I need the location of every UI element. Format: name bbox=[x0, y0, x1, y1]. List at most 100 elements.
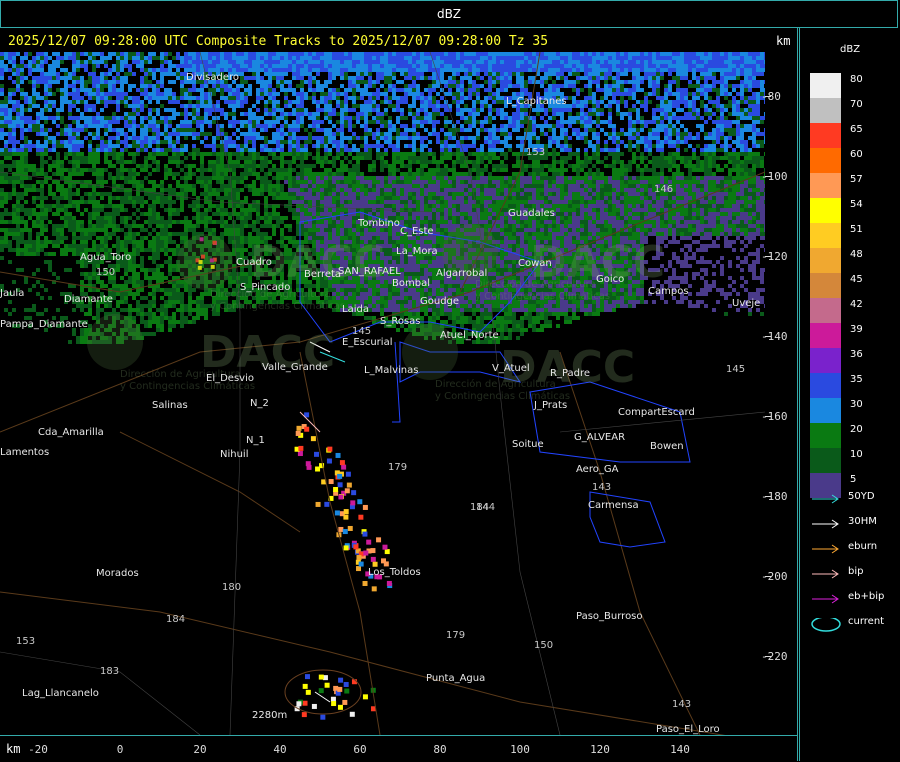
place-label: El_Desvio bbox=[206, 373, 254, 384]
dacc-logo-icon bbox=[87, 314, 143, 370]
watermark-subtitle: y Contingencias Climáticas bbox=[210, 300, 345, 312]
y-tick-label: -180 bbox=[761, 490, 788, 503]
place-label: Agua_Toro bbox=[80, 252, 131, 263]
x-tick-label: 100 bbox=[510, 743, 530, 756]
arrow-icon bbox=[810, 493, 842, 507]
place-label: Carmensa bbox=[588, 500, 639, 511]
place-label: Paso_Burroso bbox=[576, 611, 643, 622]
place-label: Uveje bbox=[732, 298, 760, 309]
place-label: Jaula bbox=[0, 288, 24, 299]
y-tick-label: -140 bbox=[761, 330, 788, 343]
place-label: G_ALVEAR bbox=[574, 432, 625, 443]
legend-swatch bbox=[810, 73, 841, 98]
y-tick-label: -100 bbox=[761, 170, 788, 183]
arrow-icon bbox=[810, 568, 842, 582]
x-tick-label: 0 bbox=[117, 743, 124, 756]
legend-level-label: 5 bbox=[850, 474, 856, 485]
place-label: V_Atuel bbox=[492, 363, 530, 374]
legend-level-label: 48 bbox=[850, 249, 863, 260]
arrow-icon bbox=[810, 543, 842, 557]
legend-title: dBZ bbox=[840, 44, 860, 55]
place-label: Cda_Amarilla bbox=[38, 427, 104, 438]
place-label: Goico bbox=[596, 274, 624, 285]
place-label: Paso_El_Loro bbox=[656, 724, 720, 735]
place-label: Bowen bbox=[650, 441, 684, 452]
legend-swatch bbox=[810, 173, 841, 198]
legend-track-label: eburn bbox=[848, 541, 877, 552]
legend-swatch bbox=[810, 148, 841, 173]
route-number: 184 bbox=[470, 502, 489, 513]
legend-track-label: bip bbox=[848, 566, 863, 577]
legend-track-label: 50YD bbox=[848, 491, 875, 502]
place-label: C_Este bbox=[400, 226, 434, 237]
route-number: 153 bbox=[526, 147, 545, 158]
map-subtitle: 2025/12/07 09:28:00 UTC Composite Tracks… bbox=[8, 34, 548, 49]
x-tick-label: 80 bbox=[433, 743, 446, 756]
place-label: Divisadero bbox=[186, 72, 239, 83]
storm-track-layer bbox=[300, 342, 345, 702]
place-label: S_Rosas bbox=[380, 316, 421, 327]
place-label: Nihuil bbox=[220, 449, 249, 460]
place-label: La_Mora bbox=[396, 246, 438, 257]
legend-track-item: 30HM bbox=[810, 516, 900, 532]
window-title-bar: dBZ bbox=[0, 0, 898, 28]
place-label: Soitue bbox=[512, 439, 544, 450]
legend-level-label: 70 bbox=[850, 99, 863, 110]
legend-track-item: eb+bip bbox=[810, 591, 900, 607]
place-label: Guadales bbox=[508, 208, 555, 219]
legend-swatch bbox=[810, 398, 841, 423]
legend-level-label: 45 bbox=[850, 274, 863, 285]
legend-swatch bbox=[810, 348, 841, 373]
legend-level-label: 57 bbox=[850, 174, 863, 185]
x-tick-label: 20 bbox=[193, 743, 206, 756]
arrow-icon bbox=[810, 593, 842, 607]
route-number: 180 bbox=[222, 582, 241, 593]
y-axis-unit: km bbox=[776, 34, 790, 48]
legend-swatch bbox=[810, 248, 841, 273]
place-label: R_Padre bbox=[550, 368, 590, 379]
y-tick-label: -160 bbox=[761, 410, 788, 423]
ellipse-icon bbox=[810, 618, 842, 632]
place-label: Bombal bbox=[392, 278, 430, 289]
place-label: Salinas bbox=[152, 400, 188, 411]
place-label: 2280m bbox=[252, 710, 287, 721]
legend-track-label: eb+bip bbox=[848, 591, 884, 602]
place-label: N_2 bbox=[250, 398, 269, 409]
legend-track-item: eburn bbox=[810, 541, 900, 557]
place-label: Goudge bbox=[420, 296, 459, 307]
place-label: N_1 bbox=[246, 435, 265, 446]
route-number: 184 bbox=[166, 614, 185, 625]
y-tick-label: -80 bbox=[761, 90, 781, 103]
x-tick-label: 120 bbox=[590, 743, 610, 756]
y-axis: -80-100-120-140-160-180-200-220 bbox=[765, 52, 798, 735]
place-label: Berreta bbox=[304, 269, 341, 280]
place-label: Lamentos bbox=[0, 447, 49, 458]
legend-level-label: 35 bbox=[850, 374, 863, 385]
x-tick-label: 40 bbox=[273, 743, 286, 756]
x-tick-label: -20 bbox=[28, 743, 48, 756]
legend-panel: dBZ 80706560575451484542393635302010550Y… bbox=[799, 28, 900, 761]
legend-swatch bbox=[810, 423, 841, 448]
route-number: 179 bbox=[446, 630, 465, 641]
legend-swatch bbox=[810, 323, 841, 348]
place-label: E_Escurial bbox=[342, 337, 392, 348]
legend-level-label: 65 bbox=[850, 124, 863, 135]
radar-map[interactable]: DACCDirección de Agriculturay Contingenc… bbox=[0, 52, 765, 735]
legend-level-label: 30 bbox=[850, 399, 863, 410]
place-label: Pampa_Diamante bbox=[0, 319, 88, 330]
place-label: L_Capitanes bbox=[506, 96, 567, 107]
legend-swatch bbox=[810, 298, 841, 323]
place-label: Algarrobal bbox=[436, 268, 487, 279]
place-label: Punta_Agua bbox=[426, 673, 485, 684]
legend-swatch bbox=[810, 98, 841, 123]
place-label: L_Malvinas bbox=[364, 365, 418, 376]
legend-track-label: current bbox=[848, 616, 884, 627]
legend-track-item: current bbox=[810, 616, 900, 632]
place-label: Diamante bbox=[64, 294, 113, 305]
place-label: J_Prats bbox=[534, 400, 567, 411]
legend-swatch bbox=[810, 123, 841, 148]
route-number: 150 bbox=[534, 640, 553, 651]
place-label: S_Pincado bbox=[240, 282, 290, 293]
track-arrow bbox=[315, 692, 330, 702]
dacc-logo-icon bbox=[177, 234, 233, 290]
